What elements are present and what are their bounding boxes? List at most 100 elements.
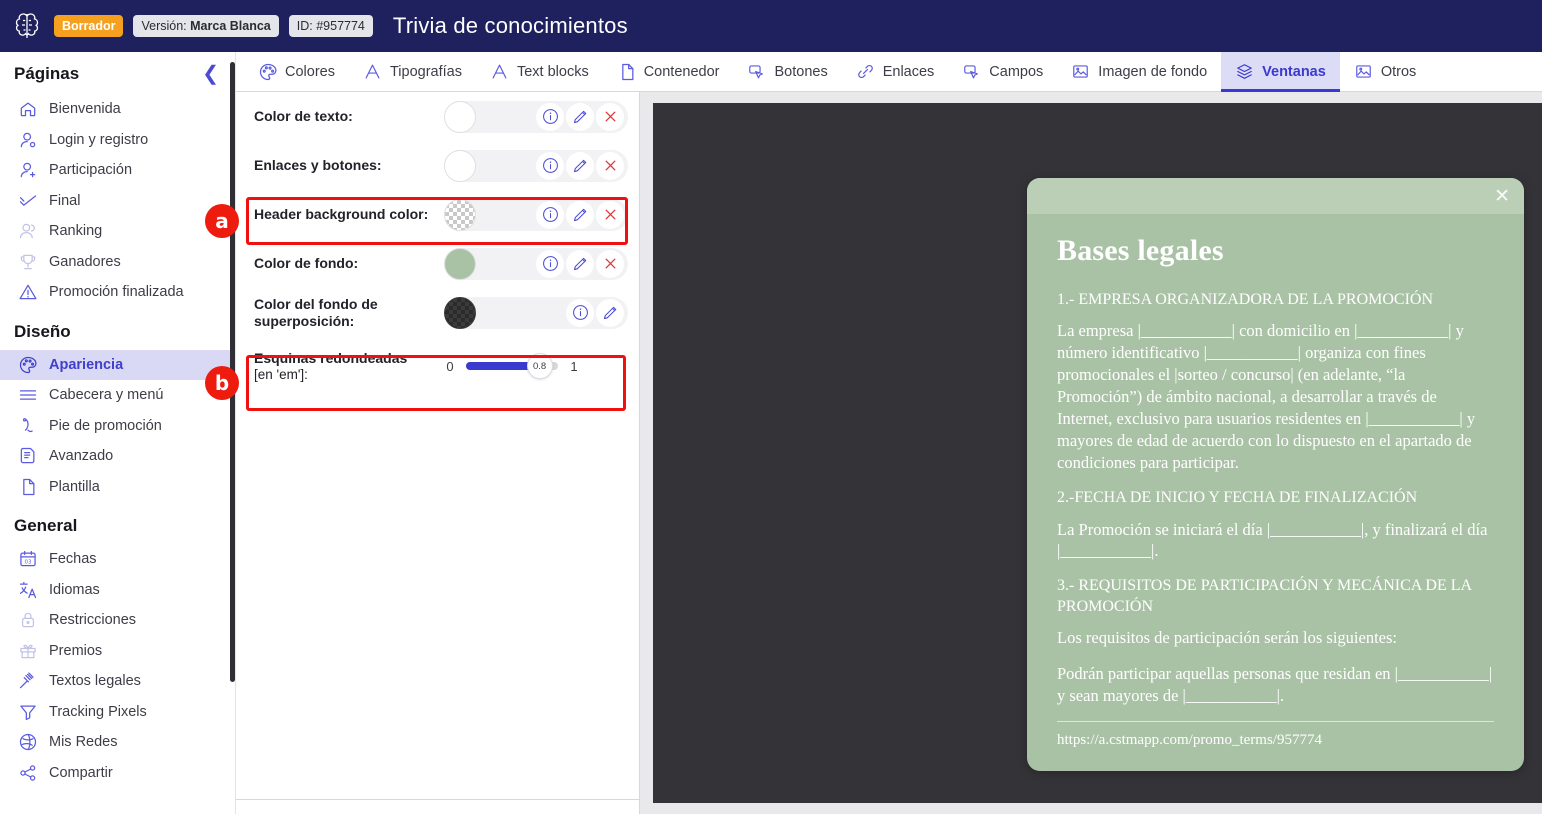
edit-pencil-icon[interactable] [566, 151, 594, 180]
tab-enlaces[interactable]: Enlaces [842, 52, 949, 91]
info-icon[interactable] [536, 249, 564, 278]
sidebar-item-final[interactable]: Final [0, 186, 235, 217]
sidebar-item-label: Restricciones [49, 612, 137, 629]
sidebar-item-pie-de-promoci-n[interactable]: Pie de promoción [0, 411, 235, 442]
tab-ventanas[interactable]: Ventanas [1221, 52, 1340, 92]
palette-icon [18, 355, 38, 375]
tab-otros[interactable]: Otros [1340, 52, 1430, 91]
sidebar-item-avanzado[interactable]: Avanzado [0, 441, 235, 472]
edit-pencil-icon[interactable] [566, 249, 594, 278]
clear-x-icon[interactable] [596, 200, 624, 229]
settings-panel: Color de texto: Enlaces y botones: Header … [236, 92, 640, 814]
sidebar-item-premios[interactable]: Premios [0, 636, 235, 667]
user-add-icon [18, 160, 38, 180]
sidebar-item-apariencia[interactable]: Apariencia [0, 349, 235, 380]
sidebar-item-mis-redes[interactable]: Mis Redes [0, 727, 235, 758]
rounded-corners-row: Esquinas redondeadas [en 'em']: 0 0.8 1 [236, 337, 639, 395]
translate-icon [18, 580, 38, 600]
info-icon[interactable] [536, 200, 564, 229]
sidebar-item-textos-legales[interactable]: Textos legales [0, 666, 235, 697]
tab-label: Contenedor [643, 63, 720, 80]
sidebar-item-plantilla[interactable]: Plantilla [0, 472, 235, 503]
sidebar-item-label: Plantilla [49, 478, 100, 495]
tab-imagen-de-fondo[interactable]: Imagen de fondo [1057, 52, 1221, 91]
modal-paragraph: Los requisitos de participación serán lo… [1057, 628, 1398, 648]
info-icon[interactable] [566, 298, 594, 327]
sidebar-header: Páginas ❮ [0, 52, 235, 94]
modal-terms-url[interactable]: https://a.cstmapp.com/promo_terms/957774 [1057, 732, 1494, 749]
info-icon[interactable] [536, 102, 564, 131]
tab-colores[interactable]: Colores [244, 52, 349, 91]
info-icon[interactable] [536, 151, 564, 180]
clear-x-icon[interactable] [596, 151, 624, 180]
sidebar-item-restricciones[interactable]: Restricciones [0, 605, 235, 636]
clear-x-icon[interactable] [596, 102, 624, 131]
sidebar-item-login-y-registro[interactable]: Login y registro [0, 125, 235, 156]
sidebar-item-tracking-pixels[interactable]: Tracking Pixels [0, 697, 235, 728]
panel-divider [236, 799, 639, 800]
sidebar-item-label: Pie de promoción [49, 417, 162, 434]
layers-icon [1235, 62, 1254, 81]
sidebar-item-fechas[interactable]: 03 Fechas [0, 544, 235, 575]
id-value: #957774 [316, 19, 365, 33]
sidebar-item-idiomas[interactable]: Idiomas [0, 575, 235, 606]
slider-track[interactable]: 0.8 [466, 353, 558, 379]
color-control [444, 100, 628, 133]
edit-pencil-icon[interactable] [566, 102, 594, 131]
modal-header: ✕ [1027, 178, 1524, 214]
edit-pencil-icon[interactable] [596, 298, 624, 327]
sidebar-item-label: Idiomas [49, 581, 100, 598]
setting-label: Color de texto: [254, 108, 353, 125]
tab-label: Tipografías [389, 63, 462, 80]
edit-pencil-icon[interactable] [566, 200, 594, 229]
tab-label: Enlaces [882, 63, 935, 80]
sidebar-item-bienvenida[interactable]: Bienvenida [0, 94, 235, 125]
sidebar-item-participaci-n[interactable]: Participación [0, 155, 235, 186]
rounded-corners-slider[interactable]: 0 0.8 1 [444, 353, 580, 379]
slider-knob[interactable]: 0.8 [526, 353, 553, 379]
sidebar-section-general: General [14, 516, 78, 535]
sidebar-item-label: Ranking [49, 223, 103, 240]
tab-contenedor[interactable]: Contenedor [603, 52, 734, 91]
appearance-tab-bar: Colores Tipografías Text blocks Contenedor B… [236, 52, 1542, 92]
sidebar-general-list: 03 Fechas Idiomas Restricciones Premios Texto… [0, 544, 235, 788]
annotation-badge-b: b [205, 366, 239, 400]
sidebar-item-label: Premios [49, 642, 103, 659]
tab-text-blocks[interactable]: Text blocks [476, 52, 603, 91]
app-root: Borrador Versión: Marca Blanca ID: #9577… [0, 0, 1542, 814]
sidebar-title: Páginas [14, 64, 80, 83]
sidebar-item-ranking[interactable]: Ranking [0, 216, 235, 247]
sidebar-design-list: Apariencia Cabecera y menú Pie de promoció… [0, 349, 235, 503]
color-control [444, 198, 628, 231]
rounded-corners-label-main: Esquinas redondeadas [254, 349, 408, 366]
color-swatch[interactable] [444, 296, 476, 329]
color-swatch[interactable] [444, 100, 476, 133]
clear-x-icon[interactable] [596, 249, 624, 278]
color-swatch[interactable] [444, 149, 476, 182]
modal-body: Bases legales 1.- EMPRESA ORGANIZADORA D… [1027, 214, 1524, 749]
sidebar-item-promoci-n-finalizada[interactable]: Promoción finalizada [0, 277, 235, 308]
sidebar-item-label: Final [49, 192, 81, 209]
color-swatch[interactable] [444, 247, 476, 280]
rounded-corners-label-unit: [en 'em']: [254, 366, 308, 382]
document-code-icon [18, 446, 38, 466]
brain-logo-icon[interactable] [10, 9, 44, 43]
users-icon [18, 221, 38, 241]
setting-label: Color de fondo: [254, 255, 359, 272]
color-swatch[interactable] [444, 198, 476, 231]
tab-campos[interactable]: Campos [948, 52, 1057, 91]
warning-triangle-icon [18, 282, 38, 302]
chevron-left-icon[interactable]: ❮ [202, 64, 219, 84]
sidebar-item-ganadores[interactable]: Ganadores [0, 247, 235, 278]
tab-tipograf-as[interactable]: Tipografías [349, 52, 476, 91]
tab-label: Colores [285, 63, 335, 80]
sidebar-item-compartir[interactable]: Compartir [0, 758, 235, 789]
typography-icon [490, 62, 509, 81]
setting-row-enlaces-y-botones: Enlaces y botones: [236, 141, 639, 190]
tab-botones[interactable]: Botones [733, 52, 841, 91]
modal-section-heading: 1.- EMPRESA ORGANIZADORA DE LA PROMOCIÓN [1057, 291, 1434, 308]
close-x-icon[interactable]: ✕ [1494, 187, 1510, 206]
sidebar-item-cabecera-y-men[interactable]: Cabecera y menú [0, 380, 235, 411]
sidebar-section-design: Diseño [14, 321, 71, 341]
setting-row-color-de-fondo: Color de fondo: [236, 239, 639, 288]
